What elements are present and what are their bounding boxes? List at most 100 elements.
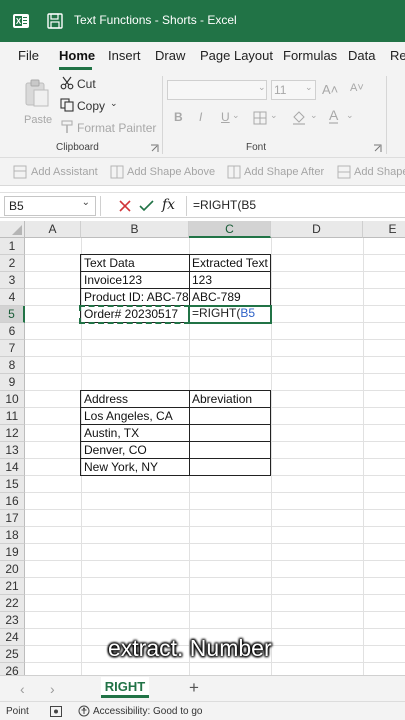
row-header[interactable]: 25 <box>0 646 25 663</box>
cell-b13[interactable]: Denver, CO <box>81 442 189 459</box>
italic-button[interactable]: I <box>199 110 202 124</box>
row-header[interactable]: 21 <box>0 578 25 595</box>
tab-review[interactable]: Re <box>390 48 405 63</box>
next-sheet-chevron-icon[interactable]: › <box>50 681 55 697</box>
sheet-tab-bar: ‹ › RIGHT + <box>0 675 405 701</box>
row-header[interactable]: 24 <box>0 629 25 646</box>
gridline <box>25 577 405 578</box>
status-bar: Point Accessibility: Good to go <box>0 701 405 720</box>
insert-function-icon[interactable]: fx <box>162 197 175 213</box>
row-header[interactable]: 13 <box>0 442 25 459</box>
row-header[interactable]: 6 <box>0 323 25 340</box>
cell-b3[interactable]: Invoice123 <box>81 272 189 289</box>
row-header[interactable]: 9 <box>0 374 25 391</box>
font-size-dropdown[interactable]: 11 ⌄ <box>271 80 316 100</box>
formula-input[interactable]: =RIGHT(B5 <box>186 196 405 216</box>
tab-home[interactable]: Home <box>59 48 95 63</box>
row-header[interactable]: 18 <box>0 527 25 544</box>
tab-data[interactable]: Data <box>348 48 375 63</box>
row-header[interactable]: 3 <box>0 272 25 289</box>
accessibility-status[interactable]: Accessibility: Good to go <box>93 706 203 717</box>
row-header[interactable]: 16 <box>0 493 25 510</box>
row-header[interactable]: 1 <box>0 238 25 255</box>
cell-c5[interactable]: =RIGHT(B5 <box>188 305 272 324</box>
name-box-chevron-icon[interactable]: ⌄ <box>82 197 90 208</box>
row-header[interactable]: 23 <box>0 612 25 629</box>
gridline <box>363 238 364 675</box>
add-shape-after-button[interactable]: Add Shape After <box>244 166 324 178</box>
row-header[interactable]: 14 <box>0 459 25 476</box>
bold-button[interactable]: B <box>174 110 183 124</box>
row-header[interactable]: 20 <box>0 561 25 578</box>
row-header[interactable]: 7 <box>0 340 25 357</box>
row-header[interactable]: 19 <box>0 544 25 561</box>
cell-b14[interactable]: New York, NY <box>81 459 189 476</box>
copy-button[interactable]: Copy <box>77 99 105 113</box>
table2-rule <box>80 458 271 459</box>
cell-b4[interactable]: Product ID: ABC-789 <box>81 289 189 306</box>
font-name-chevron-icon: ⌄ <box>258 82 266 92</box>
enter-check-icon[interactable] <box>139 199 154 213</box>
underline-button[interactable]: U <box>221 110 230 124</box>
column-header-b[interactable]: B <box>81 221 189 238</box>
cell-b2[interactable]: Text Data <box>81 255 189 272</box>
title-bar: X Text Functions - Shorts - Excel <box>0 0 405 42</box>
status-mode: Point <box>6 706 29 717</box>
row-header[interactable]: 10 <box>0 391 25 408</box>
row-header[interactable]: 8 <box>0 357 25 374</box>
tab-insert[interactable]: Insert <box>108 48 141 63</box>
font-color-icon[interactable]: A <box>329 108 339 124</box>
cell-c10[interactable]: Abreviation <box>189 391 271 408</box>
tab-draw[interactable]: Draw <box>155 48 185 63</box>
save-icon[interactable] <box>46 12 64 30</box>
row-header[interactable]: 12 <box>0 425 25 442</box>
row-header[interactable]: 2 <box>0 255 25 272</box>
select-all-corner[interactable] <box>0 221 25 238</box>
add-shape-button[interactable]: Add Shape <box>354 166 405 178</box>
previous-sheet-chevron-icon[interactable]: ‹ <box>20 681 25 697</box>
name-box[interactable]: B5 ⌄ <box>4 196 96 216</box>
worksheet-grid[interactable]: A B C D E 1 2 3 4 5 6 7 8 9 10 11 12 13 14 15 16 17 18 19 2… <box>0 221 405 675</box>
tab-file[interactable]: File <box>18 48 39 63</box>
cell-c4[interactable]: ABC-789 <box>189 289 271 306</box>
tab-page-layout[interactable]: Page Layout <box>200 48 273 63</box>
scissors-icon <box>60 76 74 90</box>
row-header[interactable]: 15 <box>0 476 25 493</box>
borders-icon[interactable] <box>253 111 267 125</box>
cell-c2[interactable]: Extracted Text <box>189 255 271 272</box>
add-shape-above-button[interactable]: Add Shape Above <box>127 166 215 178</box>
add-sheet-button[interactable]: + <box>189 678 199 698</box>
format-painter-button[interactable]: Format Painter <box>77 121 156 135</box>
tab-formulas[interactable]: Formulas <box>283 48 337 63</box>
row-header[interactable]: 22 <box>0 595 25 612</box>
cell-b10[interactable]: Address <box>81 391 189 408</box>
add-assistant-button[interactable]: Add Assistant <box>31 166 98 178</box>
cancel-icon[interactable] <box>118 199 132 213</box>
sheet-tab-right[interactable]: RIGHT <box>101 677 149 698</box>
cell-c3[interactable]: 123 <box>189 272 271 289</box>
gridline <box>25 492 405 493</box>
column-header-a[interactable]: A <box>25 221 81 238</box>
row-header[interactable]: 11 <box>0 408 25 425</box>
decrease-font-size-icon[interactable]: A˅ <box>350 82 364 94</box>
row-header[interactable]: 17 <box>0 510 25 527</box>
column-header-c[interactable]: C <box>189 221 271 238</box>
fill-color-icon[interactable] <box>291 109 307 125</box>
accessibility-icon <box>78 705 90 717</box>
font-size-value: 11 <box>274 83 287 97</box>
increase-font-size-icon[interactable]: A˄ <box>322 82 338 97</box>
font-name-dropdown[interactable] <box>167 80 267 100</box>
dialog-launcher-icon[interactable] <box>150 144 159 153</box>
cell-b11[interactable]: Los Angeles, CA <box>81 408 189 425</box>
cell-b12[interactable]: Austin, TX <box>81 425 189 442</box>
row-header[interactable]: 4 <box>0 289 25 306</box>
copy-dropdown-chevron-icon[interactable]: ⌄ <box>110 98 118 109</box>
row-header[interactable]: 5 <box>0 306 25 323</box>
font-dialog-launcher-icon[interactable] <box>373 144 382 153</box>
row-header[interactable]: 26 <box>0 663 25 675</box>
column-header-e[interactable]: E <box>363 221 405 238</box>
paste-button[interactable]: Paste <box>18 76 54 134</box>
cut-button[interactable]: Cut <box>77 77 96 91</box>
column-header-d[interactable]: D <box>271 221 363 238</box>
macro-recording-icon[interactable] <box>50 706 62 717</box>
